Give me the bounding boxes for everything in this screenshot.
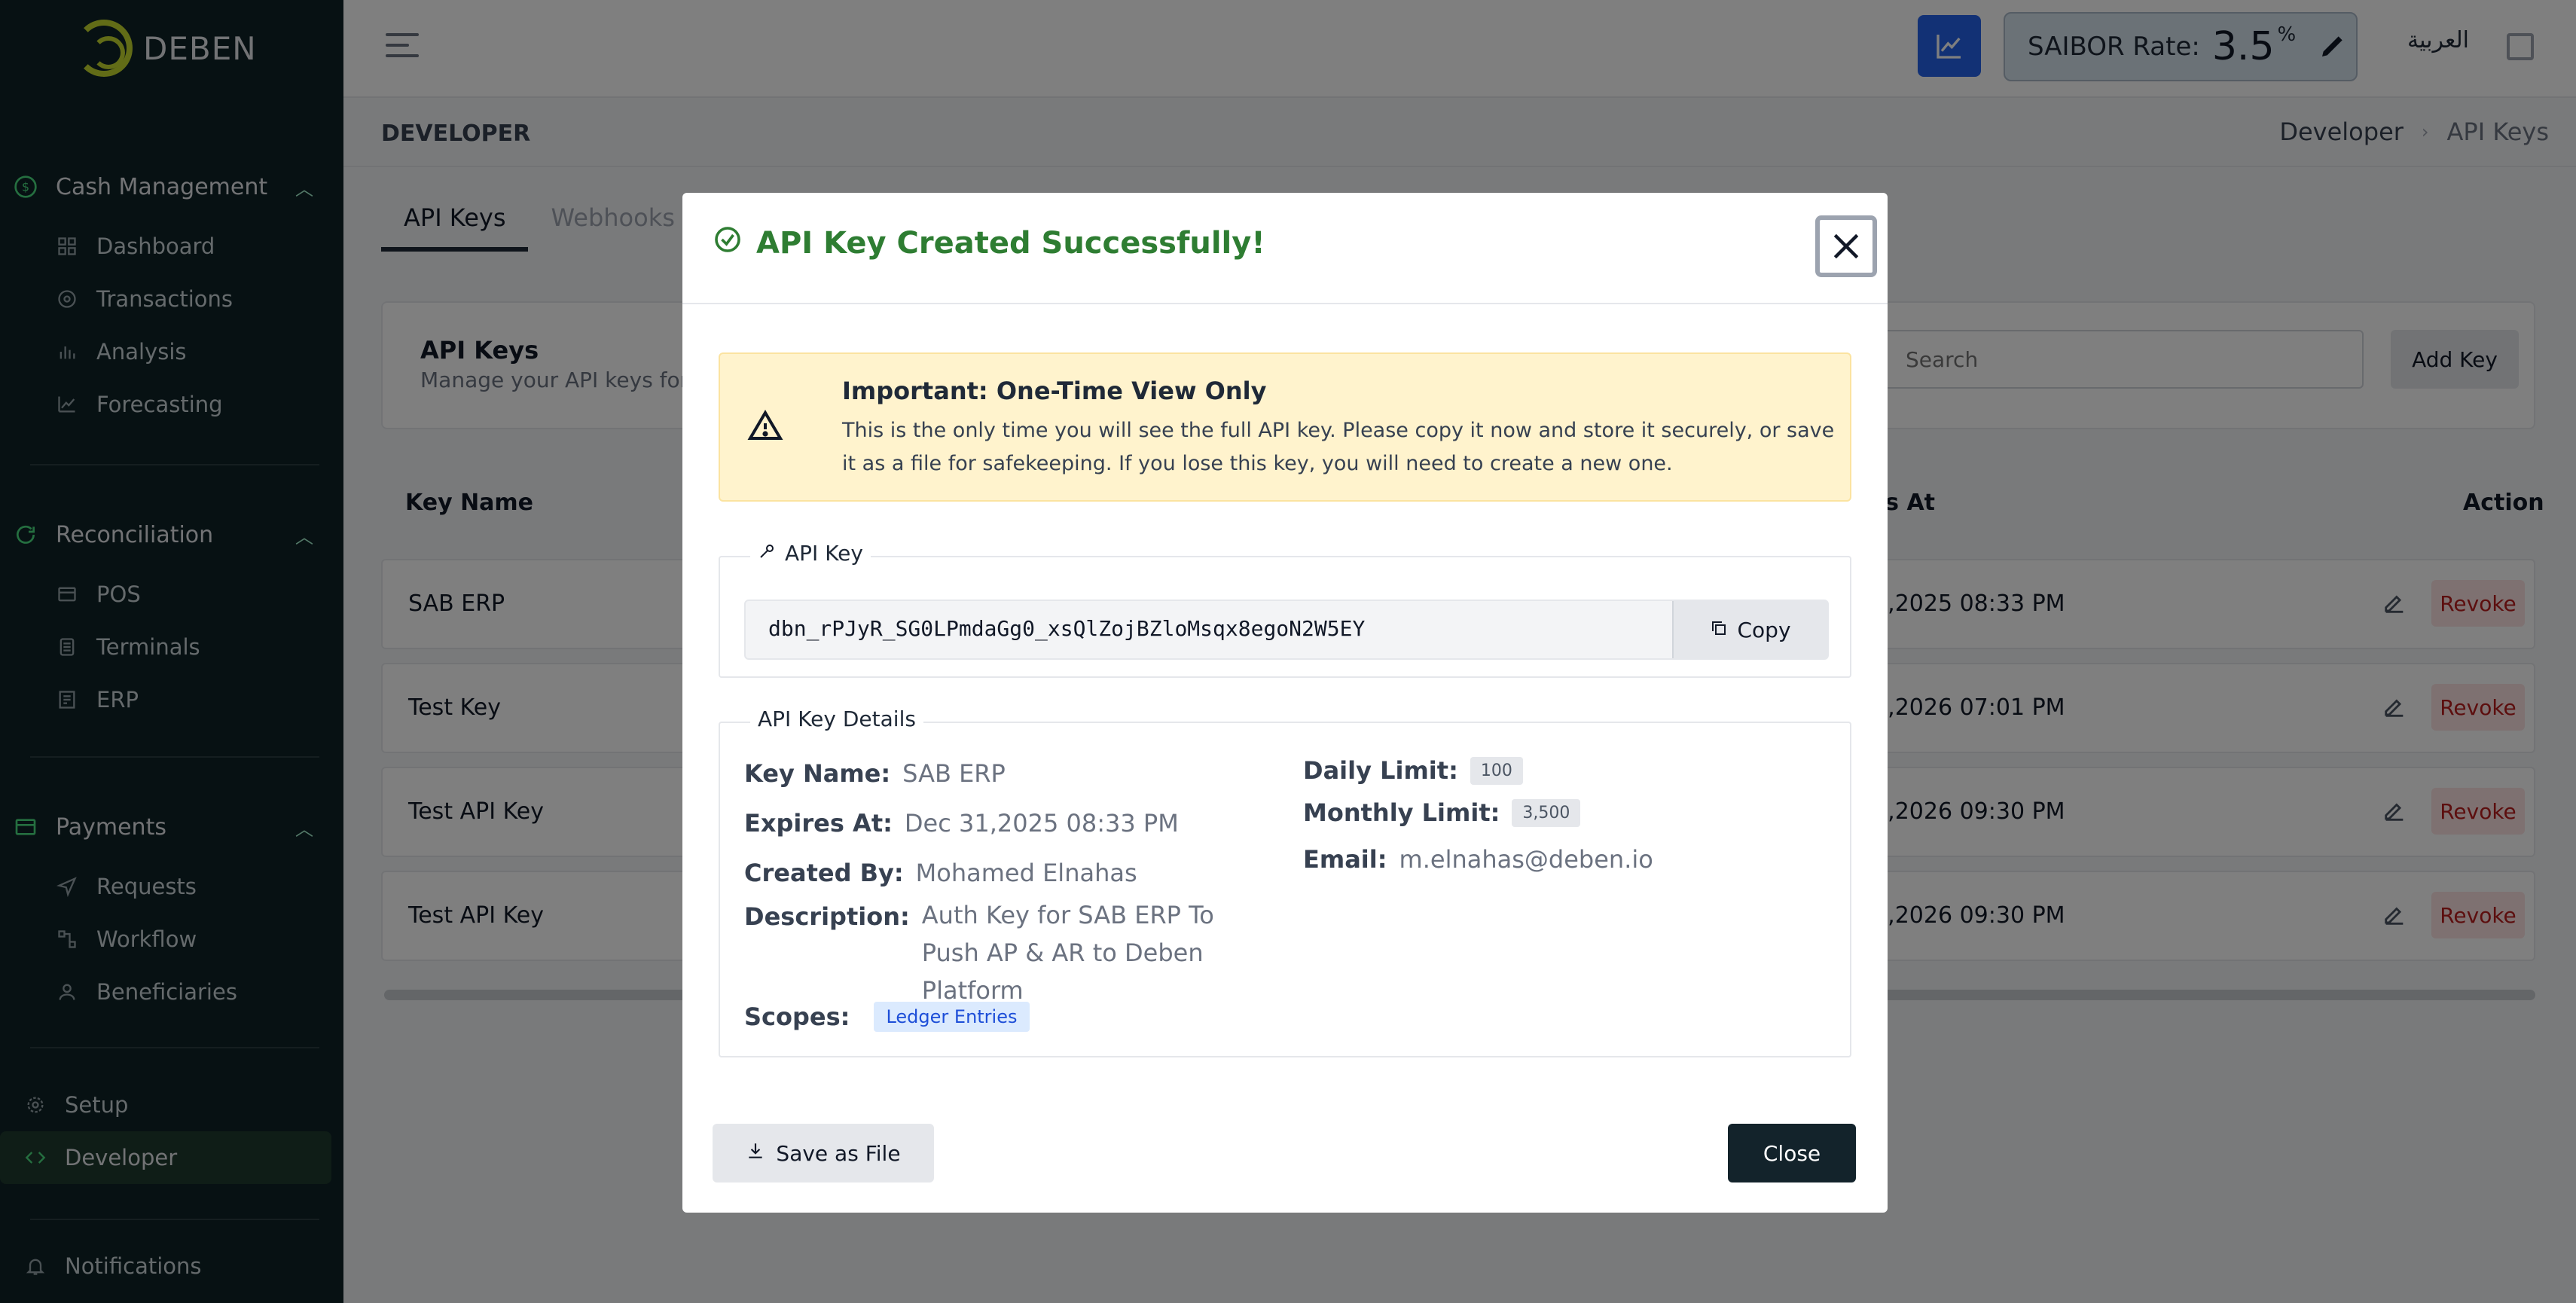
- api-key-value[interactable]: dbn_rPJyR_SG0LPmdaGg0_xsQlZojBZloMsqx8eg…: [768, 616, 1365, 641]
- detail-value: SAB ERP: [902, 759, 1006, 788]
- warning-body: This is the only time you will see the f…: [842, 419, 1835, 475]
- scope-badge: Ledger Entries: [874, 1002, 1030, 1032]
- modal-title-text: API Key Created Successfully!: [756, 226, 1265, 261]
- detail-value: Auth Key for SAB ERP To Push AP & AR to …: [921, 901, 1214, 1005]
- warning-alert: Important: One-Time View Only This is th…: [719, 352, 1851, 502]
- detail-label: Monthly Limit:: [1303, 798, 1500, 827]
- api-key-fieldset: API Key dbn_rPJyR_SG0LPmdaGg0_xsQlZojBZl…: [719, 541, 1851, 678]
- download-icon: [746, 1141, 765, 1166]
- detail-badge: 100: [1470, 756, 1523, 785]
- api-key-created-modal: API Key Created Successfully! Important:…: [682, 193, 1888, 1213]
- api-key-legend: API Key: [750, 541, 871, 566]
- save-label: Save as File: [776, 1140, 901, 1166]
- detail-created-by: Created By: Mohamed Elnahas: [744, 859, 1137, 887]
- warning-triangle-icon: [747, 408, 783, 447]
- key-icon: [758, 541, 776, 566]
- detail-scopes: Scopes: Ledger Entries: [744, 1002, 1030, 1032]
- detail-daily-limit: Daily Limit: 100: [1303, 756, 1523, 785]
- detail-label: Daily Limit:: [1303, 756, 1458, 785]
- save-as-file-button[interactable]: Save as File: [713, 1124, 934, 1182]
- copy-label: Copy: [1737, 617, 1791, 642]
- detail-email: Email: m.elnahas@deben.io: [1303, 845, 1653, 874]
- detail-monthly-limit: Monthly Limit: 3,500: [1303, 798, 1581, 827]
- modal-title: API Key Created Successfully!: [714, 226, 1265, 261]
- detail-key-name: Key Name: SAB ERP: [744, 759, 1006, 788]
- close-button[interactable]: Close: [1728, 1124, 1856, 1182]
- api-key-box: dbn_rPJyR_SG0LPmdaGg0_xsQlZojBZloMsqx8eg…: [744, 600, 1829, 660]
- api-key-details-fieldset: API Key Details Key Name: SAB ERP Expire…: [719, 706, 1851, 1057]
- copy-icon: [1710, 618, 1728, 642]
- warning-title: Important: One-Time View Only: [842, 377, 1267, 405]
- detail-value: m.elnahas@deben.io: [1399, 845, 1653, 874]
- close-icon[interactable]: [1815, 215, 1877, 277]
- detail-badge: 3,500: [1512, 798, 1581, 827]
- details-legend: API Key Details: [750, 706, 923, 731]
- detail-label: Key Name:: [744, 759, 891, 788]
- modal-header: API Key Created Successfully!: [682, 193, 1888, 304]
- detail-label: Description:: [744, 902, 910, 931]
- detail-description: Description: Auth Key for SAB ERP To Pus…: [744, 901, 1271, 1009]
- detail-label: Expires At:: [744, 809, 893, 838]
- copy-button[interactable]: Copy: [1672, 601, 1827, 658]
- detail-expires-at: Expires At: Dec 31,2025 08:33 PM: [744, 809, 1179, 838]
- detail-value: Dec 31,2025 08:33 PM: [904, 809, 1179, 838]
- legend-text: API Key: [785, 541, 863, 566]
- check-circle-icon: [714, 226, 741, 261]
- detail-label: Created By:: [744, 859, 904, 887]
- detail-value: Mohamed Elnahas: [915, 859, 1137, 887]
- detail-label: Email:: [1303, 845, 1387, 874]
- detail-label: Scopes:: [744, 1002, 850, 1031]
